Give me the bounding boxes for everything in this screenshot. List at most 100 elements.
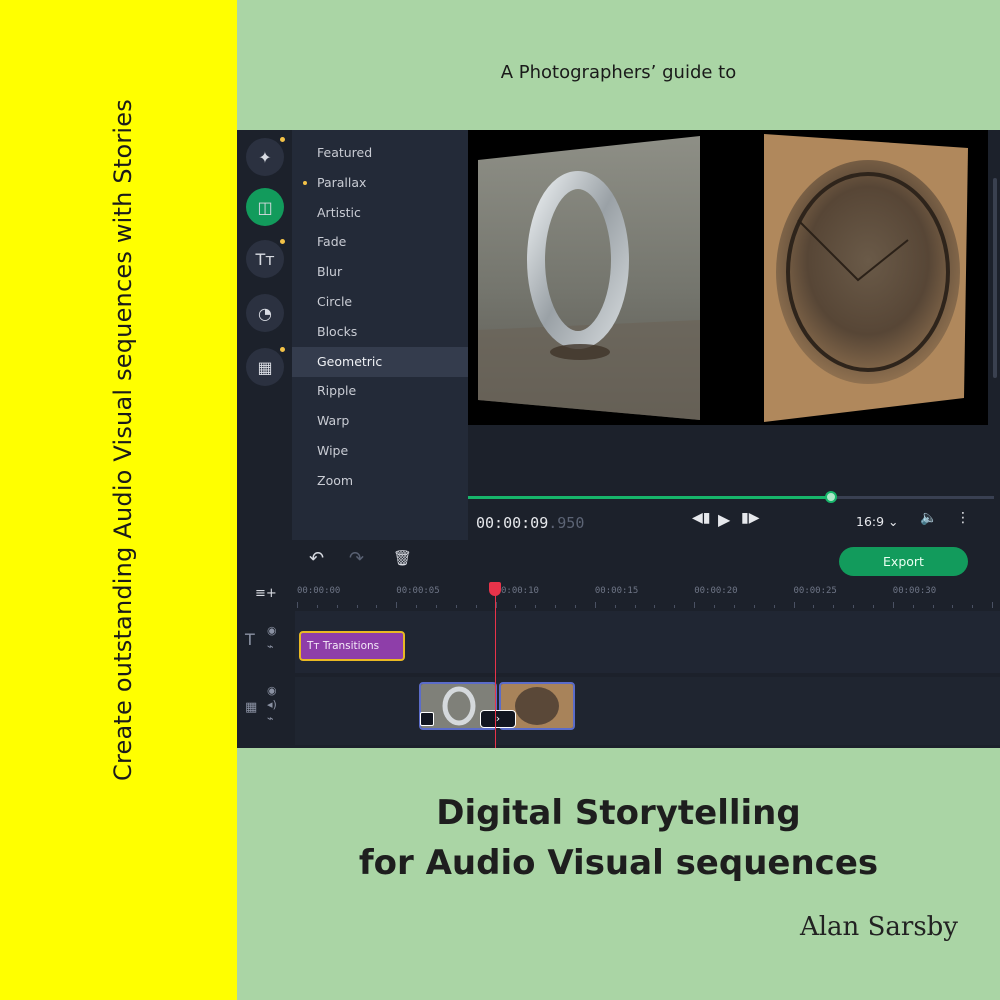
ruler-tick [475,605,477,608]
aspect-ratio-select[interactable]: 16:9 ⌄ [856,514,899,529]
ruler-tick [932,605,934,608]
preview-scrollbar[interactable] [993,178,997,378]
ruler-tick [952,605,954,608]
category-label: Blocks [317,323,358,339]
category-blocks[interactable]: Blocks [292,317,468,347]
title-track-icon: T [245,630,255,649]
video-track-visibility-icon[interactable]: ◉ [267,684,277,697]
stickers-icon[interactable]: ◔ [246,294,284,332]
category-zoom[interactable]: Zoom [292,466,468,496]
ruler-tick [555,605,557,608]
next-frame-icon[interactable]: ▮▶︎ [741,510,759,526]
ruler-label: 00:00:25 [793,586,837,596]
ruler-tick [396,602,398,608]
timeline-ruler[interactable]: 00:00:00 00:00:05 00:00:10 00:00:15 00:00:20… [295,582,1000,610]
category-label: Geometric [317,353,383,369]
category-label: Featured [317,145,373,160]
cover-title: Digital Storytelling for Audio Visual se… [237,788,1000,888]
book-spine: Create outstanding Audio Visual sequence… [0,0,237,1000]
cover-subtitle: A Photographers’ guide to [500,62,737,83]
undo-icon[interactable]: ↶ [309,548,324,569]
video-track-mute-icon[interactable]: ◂) [267,698,277,711]
category-artistic[interactable]: Artistic [292,198,468,228]
spine-tagline: Create outstanding Audio Visual sequence… [109,99,137,781]
timecode: 00:00:09.950 [476,514,584,532]
playback-progress [468,496,831,499]
title-line-1: Digital Storytelling [436,793,801,833]
ruler-tick [356,605,358,608]
category-circle[interactable]: Circle [292,287,468,317]
ruler-tick [892,602,894,608]
preview-player: 00:00:09.950 ◀︎▮ ▶ ▮▶︎ 16:9 ⌄ 🔈 ⋮ [468,130,1000,540]
previous-frame-icon[interactable]: ◀︎▮ [692,510,710,526]
category-featured[interactable]: Featured [292,138,468,168]
volume-icon[interactable]: 🔈 [920,510,937,526]
category-ripple[interactable]: Ripple [292,376,468,406]
tool-rail: ✦ ◫ Tт ◔ ▦ [237,130,292,540]
playhead-line [494,590,496,748]
ruler-tick [733,605,735,608]
title-track-visibility-icon[interactable]: ◉ [267,624,277,637]
category-fade[interactable]: Fade [292,227,468,257]
play-icon[interactable]: ▶ [718,510,730,529]
timeline-toolbar: ↶ ↷ 🗑 Export [237,540,1000,582]
playback-scrubber[interactable] [824,491,837,503]
add-track-icon[interactable]: ≡+ [255,586,277,601]
redo-icon[interactable]: ↷ [349,548,364,569]
category-warp[interactable]: Warp [292,406,468,436]
title-track-lock-icon[interactable]: ⌁ [267,640,274,653]
video-editor-screenshot: ✦ ◫ Tт ◔ ▦ Featured Parallax Artistic Fade Blur C… [237,130,1000,748]
preview-frame-image [478,134,968,422]
preview-stage [468,130,988,425]
playhead-handle[interactable] [488,582,501,596]
ruler-tick [614,605,616,608]
title-line-2: for Audio Visual sequences [358,843,879,883]
category-blur[interactable]: Blur [292,257,468,287]
transitions-icon[interactable]: ◫ [246,188,284,226]
category-label: Ripple [317,383,357,399]
ruler-tick [515,605,517,608]
ruler-tick [872,605,874,608]
category-geometric[interactable]: Geometric [292,346,468,377]
new-indicator-dot [280,239,285,244]
new-indicator-dot [280,347,285,352]
video-track-lock-icon[interactable]: ⌁ [267,712,274,725]
category-parallax[interactable]: Parallax [292,168,468,198]
ruler-tick [297,602,298,608]
delete-icon[interactable]: 🗑 [393,549,412,567]
title-clip-label: Transitions [322,640,380,652]
export-button[interactable]: Export [839,547,968,576]
ruler-tick [912,605,914,608]
titles-icon[interactable]: Tт [246,240,284,278]
category-label: Zoom [317,472,354,488]
ruler-tick [773,605,775,608]
more-tools-icon[interactable]: ▦ [246,348,284,386]
new-indicator-dot [303,180,307,185]
ruler-label: 00:00:30 [892,586,937,596]
timecode-ms: .950 [548,514,585,532]
clip-start-marker[interactable] [420,712,434,726]
ruler-tick [654,605,656,608]
category-label: Artistic [317,204,361,220]
ruler-tick [813,605,815,608]
category-wipe[interactable]: Wipe [292,436,468,466]
editor-top-area: ✦ ◫ Tт ◔ ▦ Featured Parallax Artistic Fade Blur C… [237,130,1000,540]
ruler-label: 00:00:20 [694,586,738,596]
ruler-tick [833,605,835,608]
transition-marker[interactable]: › [480,710,516,728]
ruler-tick [436,605,438,608]
player-menu-icon[interactable]: ⋮ [956,510,970,526]
ruler-label: 00:00:00 [297,586,341,596]
ruler-tick [594,602,596,608]
title-clip[interactable]: Tт Transitions [299,631,405,661]
cover-author: Alan Sarsby [799,912,958,942]
magic-wand-icon[interactable]: ✦ [246,138,284,176]
ruler-tick [455,605,457,608]
new-indicator-dot [280,137,285,142]
ruler-label: 00:00:10 [495,586,539,596]
ruler-tick [634,605,636,608]
video-track [295,677,1000,745]
video-track-icon: ▦ [245,700,258,715]
ruler-tick [376,605,378,608]
ruler-tick [992,602,994,608]
